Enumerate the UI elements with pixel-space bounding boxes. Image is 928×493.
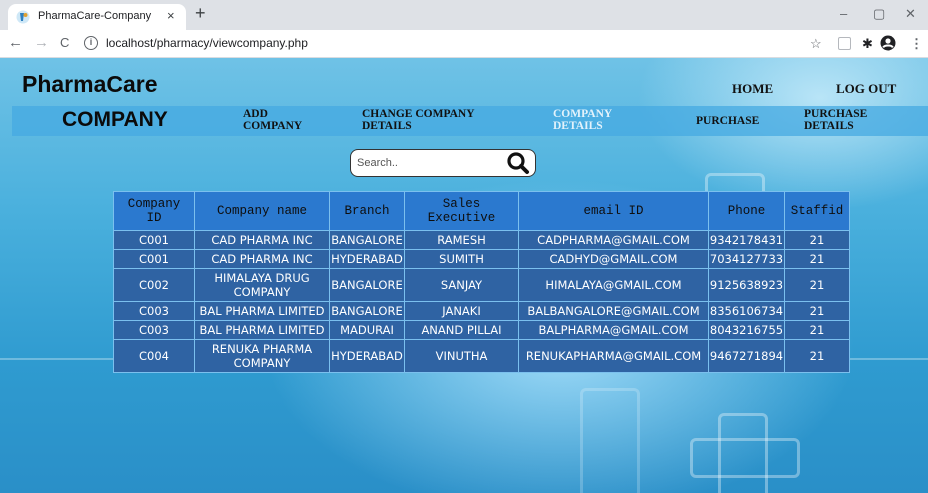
browser-toolbar: ← → C i localhost/pharmacy/viewcompany.p…: [0, 30, 928, 58]
cell-sales-executive: SANJAY: [404, 268, 519, 302]
menu-company-details[interactable]: COMPANY DETAILS: [553, 108, 633, 132]
pharmacy-favicon-icon: [16, 10, 30, 24]
new-tab-icon[interactable]: +: [195, 3, 206, 24]
cell-branch: HYDERABAD: [329, 339, 405, 373]
column-header-staffid: Staffid: [784, 191, 850, 231]
cell-email: CADHYD@GMAIL.COM: [518, 249, 709, 269]
cell-staffid: 21: [784, 301, 850, 321]
cell-company-id: C001: [113, 230, 195, 250]
cell-company-name: HIMALAYA DRUG COMPANY: [194, 268, 330, 302]
column-header-branch: Branch: [329, 191, 405, 231]
minimize-icon[interactable]: –: [840, 6, 847, 21]
menu-purchase-details[interactable]: PURCHASE DETAILS: [804, 108, 884, 132]
reload-icon[interactable]: C: [60, 35, 69, 50]
company-menu-bar: COMPANY ADD COMPANY CHANGE COMPANY DETAI…: [12, 106, 928, 136]
cell-email: BALBANGALORE@GMAIL.COM: [518, 301, 709, 321]
cell-sales-executive: JANAKI: [404, 301, 519, 321]
browser-tab[interactable]: PharmaCare-Company ×: [8, 4, 186, 30]
column-header-company-name: Company name: [194, 191, 330, 231]
cell-email: BALPHARMA@GMAIL.COM: [518, 320, 709, 340]
cell-sales-executive: VINUTHA: [404, 339, 519, 373]
table-row: C001 CAD PHARMA INC BANGALORE RAMESH CAD…: [113, 230, 850, 250]
cell-company-id: C003: [113, 320, 195, 340]
browser-tab-strip: PharmaCare-Company × + – ▢ ✕: [0, 0, 928, 30]
star-icon[interactable]: ☆: [810, 36, 822, 52]
menu-purchase[interactable]: PURCHASE: [696, 115, 759, 127]
cell-staffid: 21: [784, 268, 850, 302]
column-header-phone: Phone: [708, 191, 785, 231]
cell-email: HIMALAYA@GMAIL.COM: [518, 268, 709, 302]
home-link[interactable]: HOME: [732, 81, 773, 97]
table-header-row: Company ID Company name Branch Sales Exe…: [113, 191, 850, 231]
cell-phone: 9467271894: [708, 339, 785, 373]
extension-icon[interactable]: [838, 37, 851, 50]
cell-company-name: CAD PHARMA INC: [194, 230, 330, 250]
cell-company-name: BAL PHARMA LIMITED: [194, 301, 330, 321]
menu-dots-icon[interactable]: ⋮: [910, 36, 923, 52]
company-table: Company ID Company name Branch Sales Exe…: [113, 191, 850, 373]
cell-staffid: 21: [784, 230, 850, 250]
cell-phone: 9125638923: [708, 268, 785, 302]
menu-change-company-details[interactable]: CHANGE COMPANY DETAILS: [362, 108, 502, 132]
decorative-cross-shape: [580, 388, 640, 493]
table-row: C002 HIMALAYA DRUG COMPANY BANGALORE SAN…: [113, 268, 850, 302]
address-bar[interactable]: i localhost/pharmacy/viewcompany.php: [84, 33, 792, 55]
cell-phone: 7034127733: [708, 249, 785, 269]
tab-close-icon[interactable]: ×: [167, 8, 175, 23]
cell-company-id: C004: [113, 339, 195, 373]
profile-icon[interactable]: [880, 35, 896, 51]
search-input[interactable]: [357, 155, 503, 171]
cell-branch: BANGALORE: [329, 230, 405, 250]
cell-phone: 9342178431: [708, 230, 785, 250]
close-window-icon[interactable]: ✕: [905, 6, 916, 22]
cell-company-name: CAD PHARMA INC: [194, 249, 330, 269]
puzzle-icon[interactable]: ✱: [862, 36, 873, 52]
cell-sales-executive: ANAND PILLAI: [404, 320, 519, 340]
cell-sales-executive: SUMITH: [404, 249, 519, 269]
section-title: COMPANY: [62, 108, 168, 131]
cell-company-id: C003: [113, 301, 195, 321]
cell-email: RENUKAPHARMA@GMAIL.COM: [518, 339, 709, 373]
column-header-company-id: Company ID: [113, 191, 195, 231]
decorative-cross-shape: [690, 438, 800, 478]
cell-sales-executive: RAMESH: [404, 230, 519, 250]
cell-company-name-text: RENUKA PHARMA COMPANY: [211, 342, 313, 370]
url-text[interactable]: localhost/pharmacy/viewcompany.php: [106, 36, 308, 50]
menu-add-company[interactable]: ADD COMPANY: [243, 108, 313, 132]
cell-company-name: RENUKA PHARMA COMPANY: [194, 339, 330, 373]
cell-email: CADPHARMA@GMAIL.COM: [518, 230, 709, 250]
table-row: C003 BAL PHARMA LIMITED MADURAI ANAND PI…: [113, 320, 850, 340]
table-row: C003 BAL PHARMA LIMITED BANGALORE JANAKI…: [113, 301, 850, 321]
cell-branch: BANGALORE: [329, 268, 405, 302]
search-box: [350, 149, 536, 177]
maximize-icon[interactable]: ▢: [873, 6, 885, 22]
cell-staffid: 21: [784, 320, 850, 340]
tab-title: PharmaCare-Company: [38, 10, 152, 22]
cell-branch: HYDERABAD: [329, 249, 405, 269]
forward-arrow-icon[interactable]: →: [34, 34, 49, 51]
search-icon[interactable]: [504, 151, 532, 175]
brand-logo-text: PharmaCare: [22, 71, 158, 97]
cell-branch: MADURAI: [329, 320, 405, 340]
column-header-sales-executive: Sales Executive: [404, 191, 519, 231]
cell-company-name-text: HIMALAYA DRUG COMPANY: [214, 271, 310, 299]
cell-staffid: 21: [784, 339, 850, 373]
table-row: C001 CAD PHARMA INC HYDERABAD SUMITH CAD…: [113, 249, 850, 269]
back-arrow-icon[interactable]: ←: [8, 34, 23, 51]
column-header-email-id: email ID: [518, 191, 709, 231]
cell-phone: 8043216755: [708, 320, 785, 340]
header-label: Sales Executive: [427, 197, 496, 225]
cell-branch: BANGALORE: [329, 301, 405, 321]
header-label: Company ID: [127, 197, 181, 225]
cell-company-name: BAL PHARMA LIMITED: [194, 320, 330, 340]
page-viewport: PharmaCare HOME LOG OUT COMPANY ADD COMP…: [0, 58, 928, 493]
logout-link[interactable]: LOG OUT: [836, 81, 896, 97]
site-info-icon[interactable]: i: [84, 36, 98, 50]
cell-company-id: C002: [113, 268, 195, 302]
cell-company-id: C001: [113, 249, 195, 269]
table-row: C004 RENUKA PHARMA COMPANY HYDERABAD VIN…: [113, 339, 850, 373]
cell-phone: 8356106734: [708, 301, 785, 321]
cell-staffid: 21: [784, 249, 850, 269]
